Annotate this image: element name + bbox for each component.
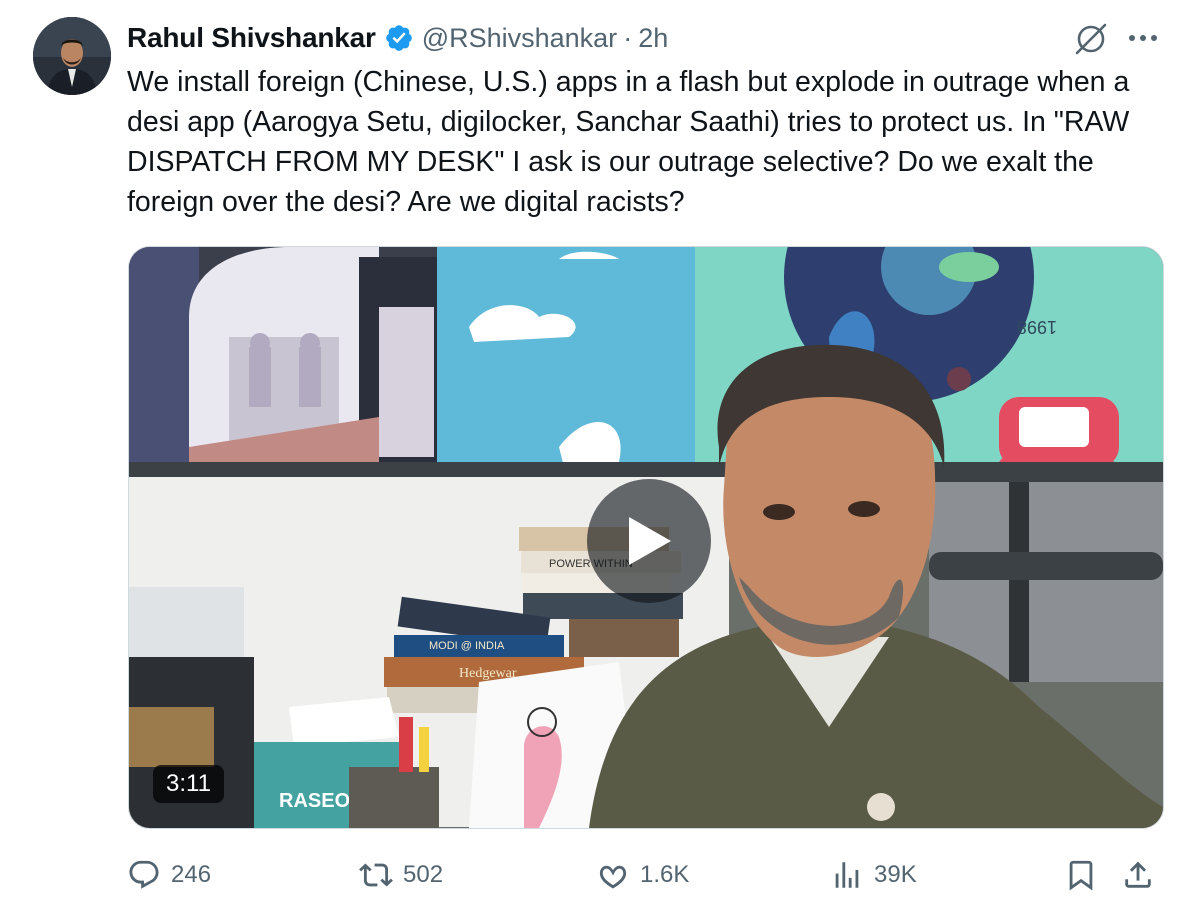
bookmark-icon <box>1069 860 1093 891</box>
grok-icon[interactable] <box>1072 20 1110 58</box>
avatar-image <box>33 17 111 95</box>
views-count: 39K <box>874 861 917 888</box>
box-label: RASEO <box>279 790 350 812</box>
repost-button[interactable]: 502 <box>359 852 443 898</box>
reply-button[interactable]: 246 <box>127 852 211 898</box>
video-player[interactable]: 1998 POWER WITHIN MODI @ INDIA Hedgewar … <box>128 246 1164 829</box>
reply-count: 246 <box>171 861 212 888</box>
like-count: 1.6K <box>640 861 690 888</box>
repost-icon <box>359 863 393 887</box>
like-button[interactable]: 1.6K <box>596 852 689 898</box>
book-title-2: MODI @ INDIA <box>429 640 505 652</box>
more-dots-icon[interactable] <box>1124 22 1162 54</box>
author-avatar[interactable] <box>33 17 111 95</box>
reply-icon <box>129 860 159 889</box>
video-duration: 3:11 <box>153 765 224 803</box>
author-name[interactable]: Rahul Shivshankar <box>127 22 376 54</box>
author-handle[interactable]: @RShivshankar <box>422 23 618 54</box>
play-button[interactable] <box>587 479 711 603</box>
tweet-actions: 246 502 1.6K 39K <box>127 852 1167 900</box>
views-button[interactable]: 39K <box>830 852 917 898</box>
views-chart-icon <box>835 862 859 888</box>
tweet-text: We install foreign (Chinese, U.S.) apps … <box>127 66 1130 218</box>
wall-number: 1998 <box>1017 317 1057 337</box>
bookmark-button[interactable] <box>1064 852 1098 898</box>
tweet-header: Rahul Shivshankar @RShivshankar · 2h <box>127 18 668 58</box>
share-icon <box>1125 861 1151 888</box>
heart-icon <box>599 865 627 889</box>
share-button[interactable] <box>1121 852 1155 898</box>
play-icon <box>629 517 671 565</box>
verified-badge-icon[interactable] <box>384 23 414 53</box>
separator-dot: · <box>623 22 633 53</box>
repost-count: 502 <box>403 861 444 888</box>
tweet-time[interactable]: 2h <box>638 23 668 54</box>
